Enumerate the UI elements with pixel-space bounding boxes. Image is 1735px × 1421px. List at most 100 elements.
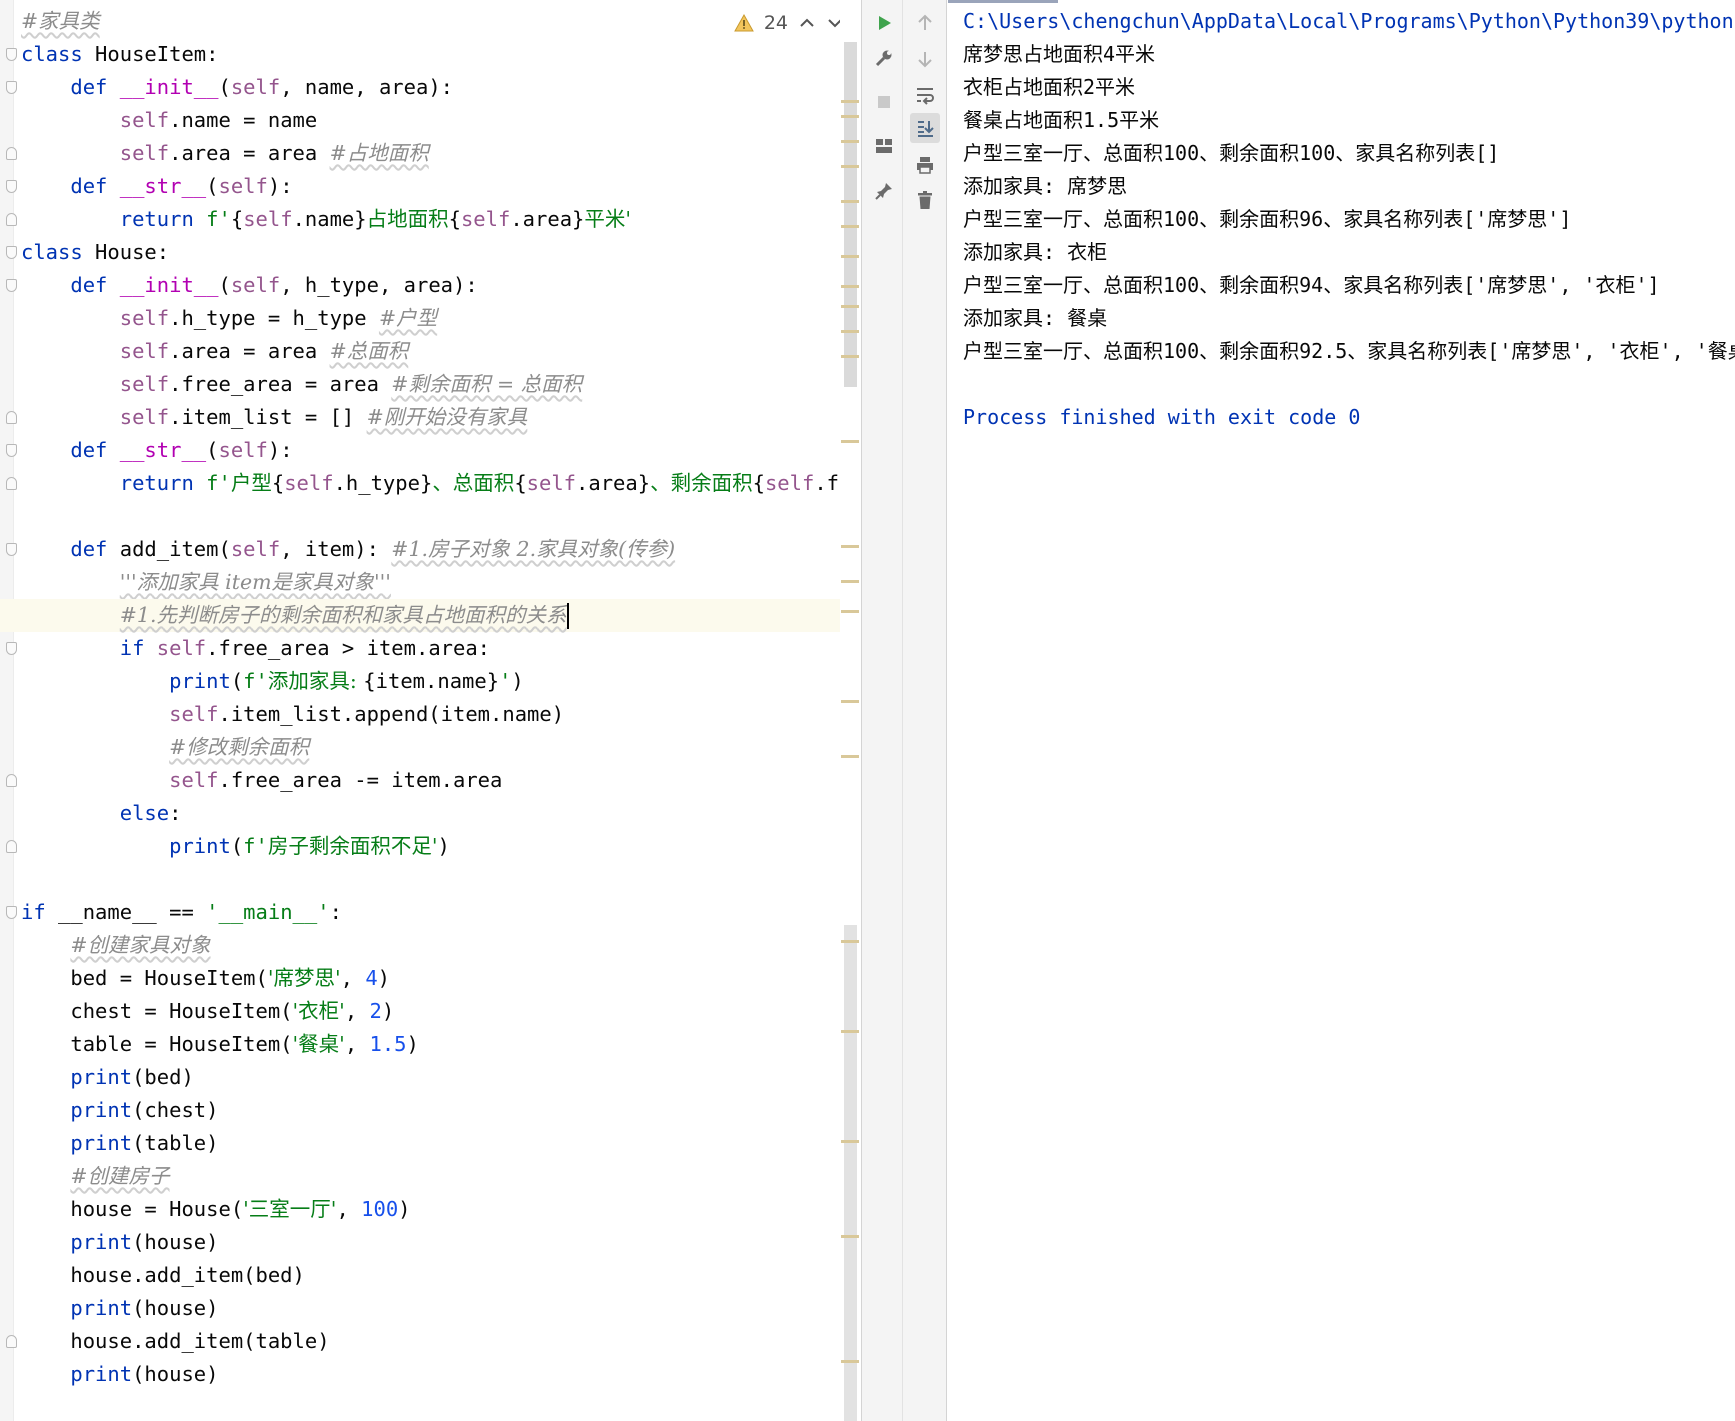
- wrench-icon[interactable]: [869, 44, 899, 74]
- code-line[interactable]: print(house): [0, 1358, 858, 1391]
- fold-start-icon[interactable]: [6, 81, 17, 94]
- warning-stripe-mark[interactable]: [841, 1235, 859, 1238]
- down-arrow-icon[interactable]: [910, 44, 940, 74]
- warning-stripe-mark[interactable]: [841, 1360, 859, 1363]
- warning-stripe-mark[interactable]: [841, 115, 859, 118]
- warning-stripe-mark[interactable]: [841, 545, 859, 548]
- fold-start-icon[interactable]: [6, 642, 17, 655]
- code-line[interactable]: class House:: [0, 236, 858, 269]
- code-line[interactable]: print(bed): [0, 1061, 858, 1094]
- fold-end-icon[interactable]: [6, 840, 17, 853]
- warning-stripe-mark[interactable]: [841, 100, 859, 103]
- code-line[interactable]: def __str__(self):: [0, 170, 858, 203]
- code-line[interactable]: if __name__ == '__main__':: [0, 896, 858, 929]
- code-line[interactable]: def __init__(self, h_type, area):: [0, 269, 858, 302]
- fold-end-icon[interactable]: [6, 1335, 17, 1348]
- code-line[interactable]: self.item_list.append(item.name): [0, 698, 858, 731]
- code-line[interactable]: #创建家具对象: [0, 929, 858, 962]
- code-line[interactable]: class HouseItem:: [0, 38, 858, 71]
- fold-end-icon[interactable]: [6, 477, 17, 490]
- print-icon[interactable]: [910, 150, 940, 180]
- warning-count[interactable]: 24: [764, 12, 788, 34]
- warning-stripe-mark[interactable]: [841, 330, 859, 333]
- warning-stripe-mark[interactable]: [841, 700, 859, 703]
- code-line[interactable]: [0, 500, 858, 533]
- code-line[interactable]: print(house): [0, 1226, 858, 1259]
- code-line[interactable]: def add_item(self, item): #1.房子对象 2.家具对象…: [0, 533, 858, 566]
- code-line[interactable]: self.name = name: [0, 104, 858, 137]
- code-line[interactable]: self.area = area #总面积: [0, 335, 858, 368]
- code-line[interactable]: return f'户型{self.h_type}、总面积{self.area}、…: [0, 467, 860, 500]
- code-line[interactable]: self.area = area #占地面积: [0, 137, 858, 170]
- warning-stripe-mark[interactable]: [841, 1030, 859, 1033]
- fold-start-icon[interactable]: [6, 906, 17, 919]
- code-line[interactable]: '''添加家具 item是家具对象''': [0, 566, 858, 599]
- layout-icon[interactable]: [869, 131, 899, 161]
- code-line[interactable]: house = House('三室一厅', 100): [0, 1193, 858, 1226]
- warning-stripe-mark[interactable]: [841, 200, 859, 203]
- console-output[interactable]: C:\Users\chengchun\AppData\Local\Program…: [963, 5, 1735, 434]
- fold-start-icon[interactable]: [6, 246, 17, 259]
- warning-stripe-mark[interactable]: [841, 255, 859, 258]
- warning-stripe-mark[interactable]: [841, 1140, 859, 1143]
- warning-stripe-mark[interactable]: [841, 225, 859, 228]
- code-line[interactable]: return f'{self.name}占地面积{self.area}平米': [0, 203, 858, 236]
- code-line[interactable]: table = HouseItem('餐桌', 1.5): [0, 1028, 858, 1061]
- code-line[interactable]: def __str__(self):: [0, 434, 858, 467]
- warning-stripe-mark[interactable]: [841, 305, 859, 308]
- fold-end-icon[interactable]: [6, 774, 17, 787]
- warning-stripe-mark[interactable]: [841, 140, 859, 143]
- fold-start-icon[interactable]: [6, 48, 17, 61]
- stop-icon[interactable]: [869, 87, 899, 117]
- code-editor[interactable]: #家具类 class HouseItem: def __init__(self, …: [0, 0, 860, 1421]
- code-line[interactable]: print(chest): [0, 1094, 858, 1127]
- code-line[interactable]: print(f'房子剩余面积不足'): [0, 830, 858, 863]
- soft-wrap-icon[interactable]: [910, 80, 940, 110]
- warning-stripe-mark[interactable]: [841, 940, 859, 943]
- scroll-to-end-icon[interactable]: [910, 113, 940, 143]
- warning-stripe-mark[interactable]: [841, 440, 859, 443]
- code-line[interactable]: [0, 863, 858, 896]
- code-line[interactable]: house.add_item(bed): [0, 1259, 858, 1292]
- error-stripe[interactable]: [840, 0, 860, 1421]
- code-line[interactable]: print(f'添加家具: {item.name}'): [0, 665, 858, 698]
- code-line[interactable]: print(house): [0, 1292, 858, 1325]
- code-area[interactable]: #家具类 class HouseItem: def __init__(self, …: [0, 5, 860, 1391]
- warning-stripe-mark[interactable]: [841, 165, 859, 168]
- code-line[interactable]: bed = HouseItem('席梦思', 4): [0, 962, 858, 995]
- code-line[interactable]: else:: [0, 797, 858, 830]
- scrollbar-thumb[interactable]: [844, 42, 857, 387]
- warning-stripe-mark[interactable]: [841, 285, 859, 288]
- fold-start-icon[interactable]: [6, 444, 17, 457]
- code-line[interactable]: self.item_list = [] #刚开始没有家具: [0, 401, 858, 434]
- warning-stripe-mark[interactable]: [841, 610, 859, 613]
- code-line[interactable]: self.free_area = area #剩余面积 = 总面积: [0, 368, 858, 401]
- previous-highlight-chevron-up-icon[interactable]: [798, 14, 816, 32]
- code-line[interactable]: if self.free_area > item.area:: [0, 632, 858, 665]
- code-line[interactable]: #1.先判断房子的剩余面积和家具占地面积的关系: [0, 599, 858, 632]
- code-line[interactable]: def __init__(self, name, area):: [0, 71, 858, 104]
- warning-stripe-mark[interactable]: [841, 580, 859, 583]
- code-line[interactable]: self.h_type = h_type #户型: [0, 302, 858, 335]
- inspection-widget[interactable]: 24: [727, 9, 850, 37]
- fold-start-icon[interactable]: [6, 180, 17, 193]
- code-line[interactable]: print(table): [0, 1127, 858, 1160]
- run-console[interactable]: C:\Users\chengchun\AppData\Local\Program…: [948, 0, 1735, 1421]
- fold-end-icon[interactable]: [6, 213, 17, 226]
- fold-start-icon[interactable]: [6, 279, 17, 292]
- up-arrow-icon[interactable]: [910, 8, 940, 38]
- code-line[interactable]: #修改剩余面积: [0, 731, 858, 764]
- warning-stripe-mark[interactable]: [841, 355, 859, 358]
- pin-icon[interactable]: [869, 176, 899, 206]
- code-line[interactable]: self.free_area -= item.area: [0, 764, 858, 797]
- fold-start-icon[interactable]: [6, 543, 17, 556]
- code-line[interactable]: #创建房子: [0, 1160, 858, 1193]
- trash-icon[interactable]: [910, 185, 940, 215]
- code-line[interactable]: house.add_item(table): [0, 1325, 858, 1358]
- warning-stripe-mark[interactable]: [841, 755, 859, 758]
- code-line[interactable]: chest = HouseItem('衣柜', 2): [0, 995, 858, 1028]
- rerun-icon[interactable]: [869, 8, 899, 38]
- fold-end-icon[interactable]: [6, 147, 17, 160]
- fold-end-icon[interactable]: [6, 411, 17, 424]
- warning-icon[interactable]: [733, 14, 754, 32]
